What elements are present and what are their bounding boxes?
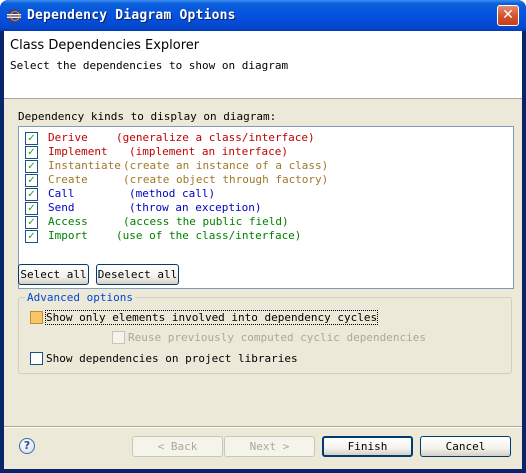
kind-name: Derive: [48, 131, 88, 144]
eclipse-icon: [7, 9, 21, 23]
check-icon: ✓: [27, 147, 36, 158]
show-cycles-checkbox[interactable]: [30, 311, 43, 324]
deselect-all-button[interactable]: Deselect all: [96, 264, 179, 285]
show-libraries-checkbox[interactable]: [30, 352, 43, 365]
reuse-cycles-label: Reuse previously computed cyclic depende…: [128, 331, 427, 344]
close-button[interactable]: ✕: [497, 5, 519, 26]
kind-name: Call: [48, 187, 75, 200]
checkbox-import[interactable]: ✓: [25, 230, 38, 243]
kind-description: (create object through factory): [123, 173, 329, 186]
list-item-import[interactable]: ✓ Import (use of the class/interface): [25, 229, 301, 243]
checkbox-access[interactable]: ✓: [25, 216, 38, 229]
kind-description: (generalize a class/interface): [116, 131, 315, 144]
cancel-button[interactable]: Cancel: [420, 436, 511, 457]
show-libraries-option[interactable]: Show dependencies on project libraries: [30, 352, 298, 404]
dependency-kinds-list[interactable]: ✓ Derive (generalize a class/interface) …: [18, 126, 514, 289]
help-icon[interactable]: ?: [19, 438, 35, 454]
kind-description: (access the public field): [123, 215, 289, 228]
title-bar[interactable]: Dependency Diagram Options ✕: [0, 0, 526, 31]
list-item-create[interactable]: ✓ Create (create object through factory): [25, 173, 328, 187]
checkbox-instantiate[interactable]: ✓: [25, 160, 38, 173]
page-description: Select the dependencies to show on diagr…: [10, 59, 289, 72]
check-icon: ✓: [27, 231, 36, 242]
check-icon: ✓: [27, 203, 36, 214]
list-item-implement[interactable]: ✓ Implement (implement an interface): [25, 145, 288, 159]
finish-button[interactable]: Finish: [322, 436, 413, 457]
window-title: Dependency Diagram Options: [27, 8, 236, 23]
check-icon: ✓: [27, 133, 36, 144]
check-icon: ✓: [27, 175, 36, 186]
reuse-cycles-checkbox: [112, 331, 125, 344]
kind-name: Implement: [48, 145, 108, 158]
kind-name: Send: [48, 201, 75, 214]
kind-description: (throw an exception): [129, 201, 262, 214]
back-button[interactable]: < Back: [132, 436, 223, 457]
kind-description: (create an instance of a class): [123, 159, 329, 172]
kind-description: (method call): [129, 187, 216, 200]
kind-description: (use of the class/interface): [116, 229, 302, 242]
show-libraries-label: Show dependencies on project libraries: [46, 352, 298, 365]
next-button[interactable]: Next >: [224, 436, 315, 457]
list-item-send[interactable]: ✓ Send (throw an exception): [25, 201, 261, 215]
kind-name: Import: [48, 229, 88, 242]
checkbox-send[interactable]: ✓: [25, 202, 38, 215]
checkbox-call[interactable]: ✓: [25, 188, 38, 201]
checkbox-create[interactable]: ✓: [25, 174, 38, 187]
kinds-label: Dependency kinds to display on diagram:: [18, 110, 277, 123]
checkbox-implement[interactable]: ✓: [25, 146, 38, 159]
footer-separator: [4, 426, 522, 428]
check-icon: ✓: [27, 161, 36, 172]
list-item-call[interactable]: ✓ Call (method call): [25, 187, 215, 201]
check-icon: ✓: [27, 189, 36, 200]
list-item-access[interactable]: ✓ Access (access the public field): [25, 215, 289, 229]
dialog-window: Dependency Diagram Options ✕ Class Depen…: [0, 0, 526, 473]
list-item-derive[interactable]: ✓ Derive (generalize a class/interface): [25, 131, 315, 145]
header-banner: Class Dependencies Explorer Select the d…: [4, 31, 522, 99]
advanced-options-title: Advanced options: [25, 291, 135, 304]
checkbox-derive[interactable]: ✓: [25, 132, 38, 145]
dialog-body: Class Dependencies Explorer Select the d…: [4, 31, 522, 469]
kind-name: Instantiate: [48, 159, 121, 172]
page-title: Class Dependencies Explorer: [10, 38, 200, 53]
kind-name: Access: [48, 215, 88, 228]
list-item-instantiate[interactable]: ✓ Instantiate (create an instance of a c…: [25, 159, 328, 173]
show-cycles-label: Show only elements involved into depende…: [44, 310, 379, 325]
kind-name: Create: [48, 173, 88, 186]
check-icon: ✓: [27, 217, 36, 228]
select-all-button[interactable]: Select all: [18, 264, 89, 285]
close-icon: ✕: [502, 7, 514, 23]
kind-description: (implement an interface): [129, 145, 288, 158]
